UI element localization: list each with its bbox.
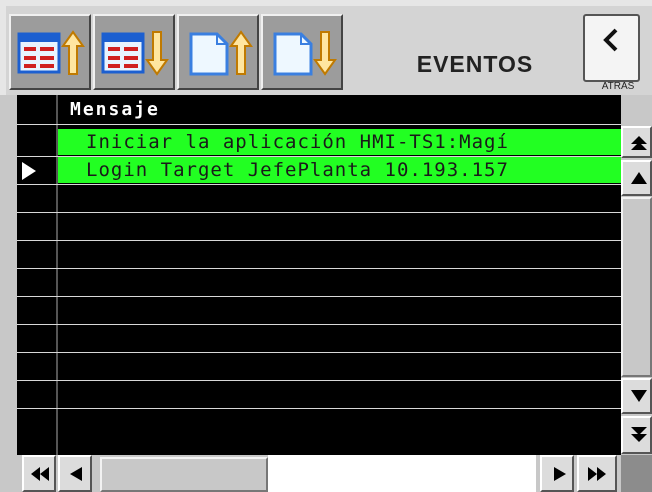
horizontal-scroll-track[interactable] (268, 455, 536, 492)
chevron-left-icon (603, 28, 618, 52)
table-row[interactable]: Iniciar la aplicación HMI-TS1:Magí (58, 129, 621, 155)
screen-title: EVENTOS (416, 51, 534, 77)
grid-line (17, 212, 621, 213)
up-arrow-icon (631, 172, 647, 184)
grid-line (17, 352, 621, 353)
grid-line (17, 124, 621, 125)
grid-line (17, 240, 621, 241)
sort-list-up-icon (17, 30, 85, 75)
scroll-far-right-button[interactable] (577, 455, 617, 492)
grid-line (17, 324, 621, 325)
scroll-top-list-button[interactable] (9, 14, 91, 90)
scroll-to-bottom-button[interactable] (621, 416, 652, 454)
horizontal-scroll-thumb[interactable] (100, 457, 268, 492)
scroll-right-button[interactable] (540, 455, 574, 492)
scroll-left-button[interactable] (58, 455, 92, 492)
scrollbar-corner (621, 455, 652, 492)
grid-line (17, 268, 621, 269)
grid-line (17, 296, 621, 297)
double-right-arrow-icon (588, 467, 606, 481)
back-label: ATRAS (601, 81, 635, 92)
table-row[interactable]: Login Target JefePlanta 10.193.157 (58, 157, 621, 183)
scroll-up-button[interactable] (621, 160, 652, 196)
scroll-far-left-button[interactable] (22, 455, 56, 492)
double-down-arrow-icon (631, 427, 647, 442)
page-up-icon (189, 30, 253, 76)
page-down-button[interactable] (261, 14, 343, 90)
vertical-scroll-thumb[interactable] (621, 197, 652, 377)
scroll-bottom-list-button[interactable] (93, 14, 175, 90)
grid-line (17, 408, 621, 409)
grid-line (17, 380, 621, 381)
row-header-column (17, 95, 58, 455)
grid-line (17, 184, 621, 185)
scroll-to-top-button[interactable] (621, 126, 652, 158)
double-up-arrow-icon (631, 136, 647, 150)
sort-list-down-icon (101, 31, 169, 76)
right-arrow-icon (554, 467, 566, 481)
column-header-mensaje[interactable]: Mensaje (58, 95, 621, 124)
row-selector-arrow-icon (22, 162, 36, 180)
double-left-arrow-icon (31, 467, 49, 481)
left-arrow-icon (70, 467, 82, 481)
page-up-button[interactable] (177, 14, 259, 90)
back-button[interactable] (583, 14, 640, 82)
scroll-down-button[interactable] (621, 378, 652, 414)
down-arrow-icon (631, 390, 647, 402)
page-down-icon (273, 31, 337, 76)
